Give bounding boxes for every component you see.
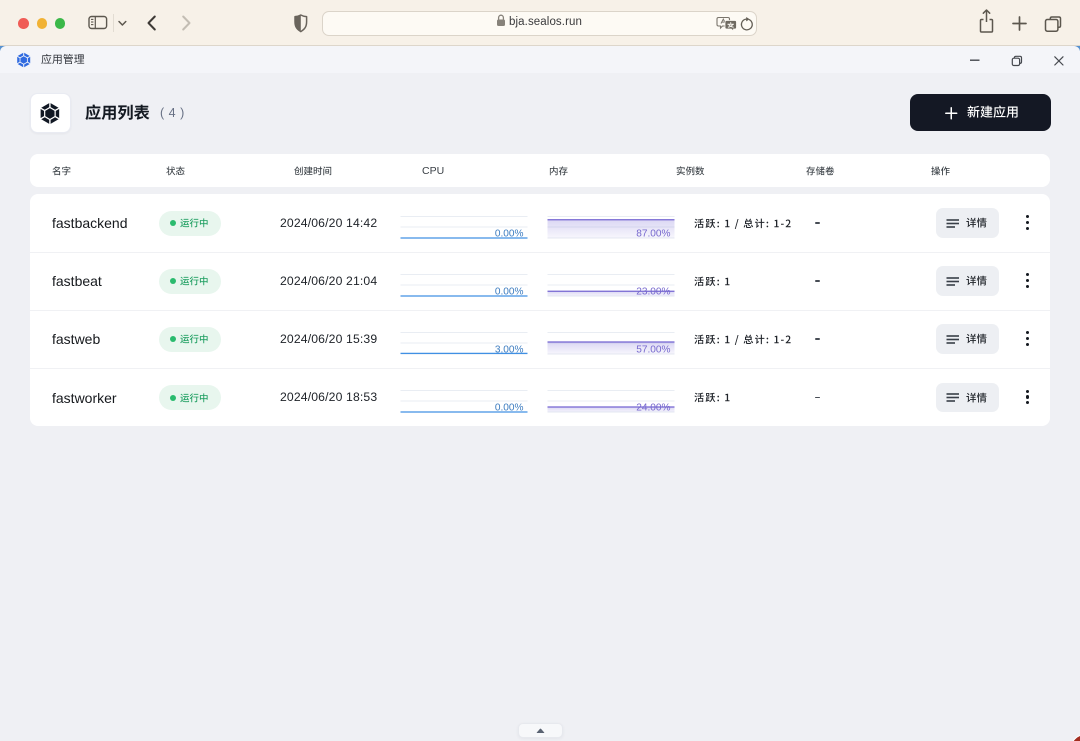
svg-text:24.00%: 24.00% — [636, 403, 670, 414]
svg-text:23.00%: 23.00% — [636, 286, 670, 297]
svg-text:0.00%: 0.00% — [495, 403, 524, 414]
svg-text:3.00%: 3.00% — [495, 344, 524, 355]
svg-text:0.00%: 0.00% — [495, 286, 524, 297]
svg-text:87.00%: 87.00% — [636, 228, 670, 239]
svg-text:0.00%: 0.00% — [495, 228, 524, 239]
svg-text:57.00%: 57.00% — [636, 344, 670, 355]
